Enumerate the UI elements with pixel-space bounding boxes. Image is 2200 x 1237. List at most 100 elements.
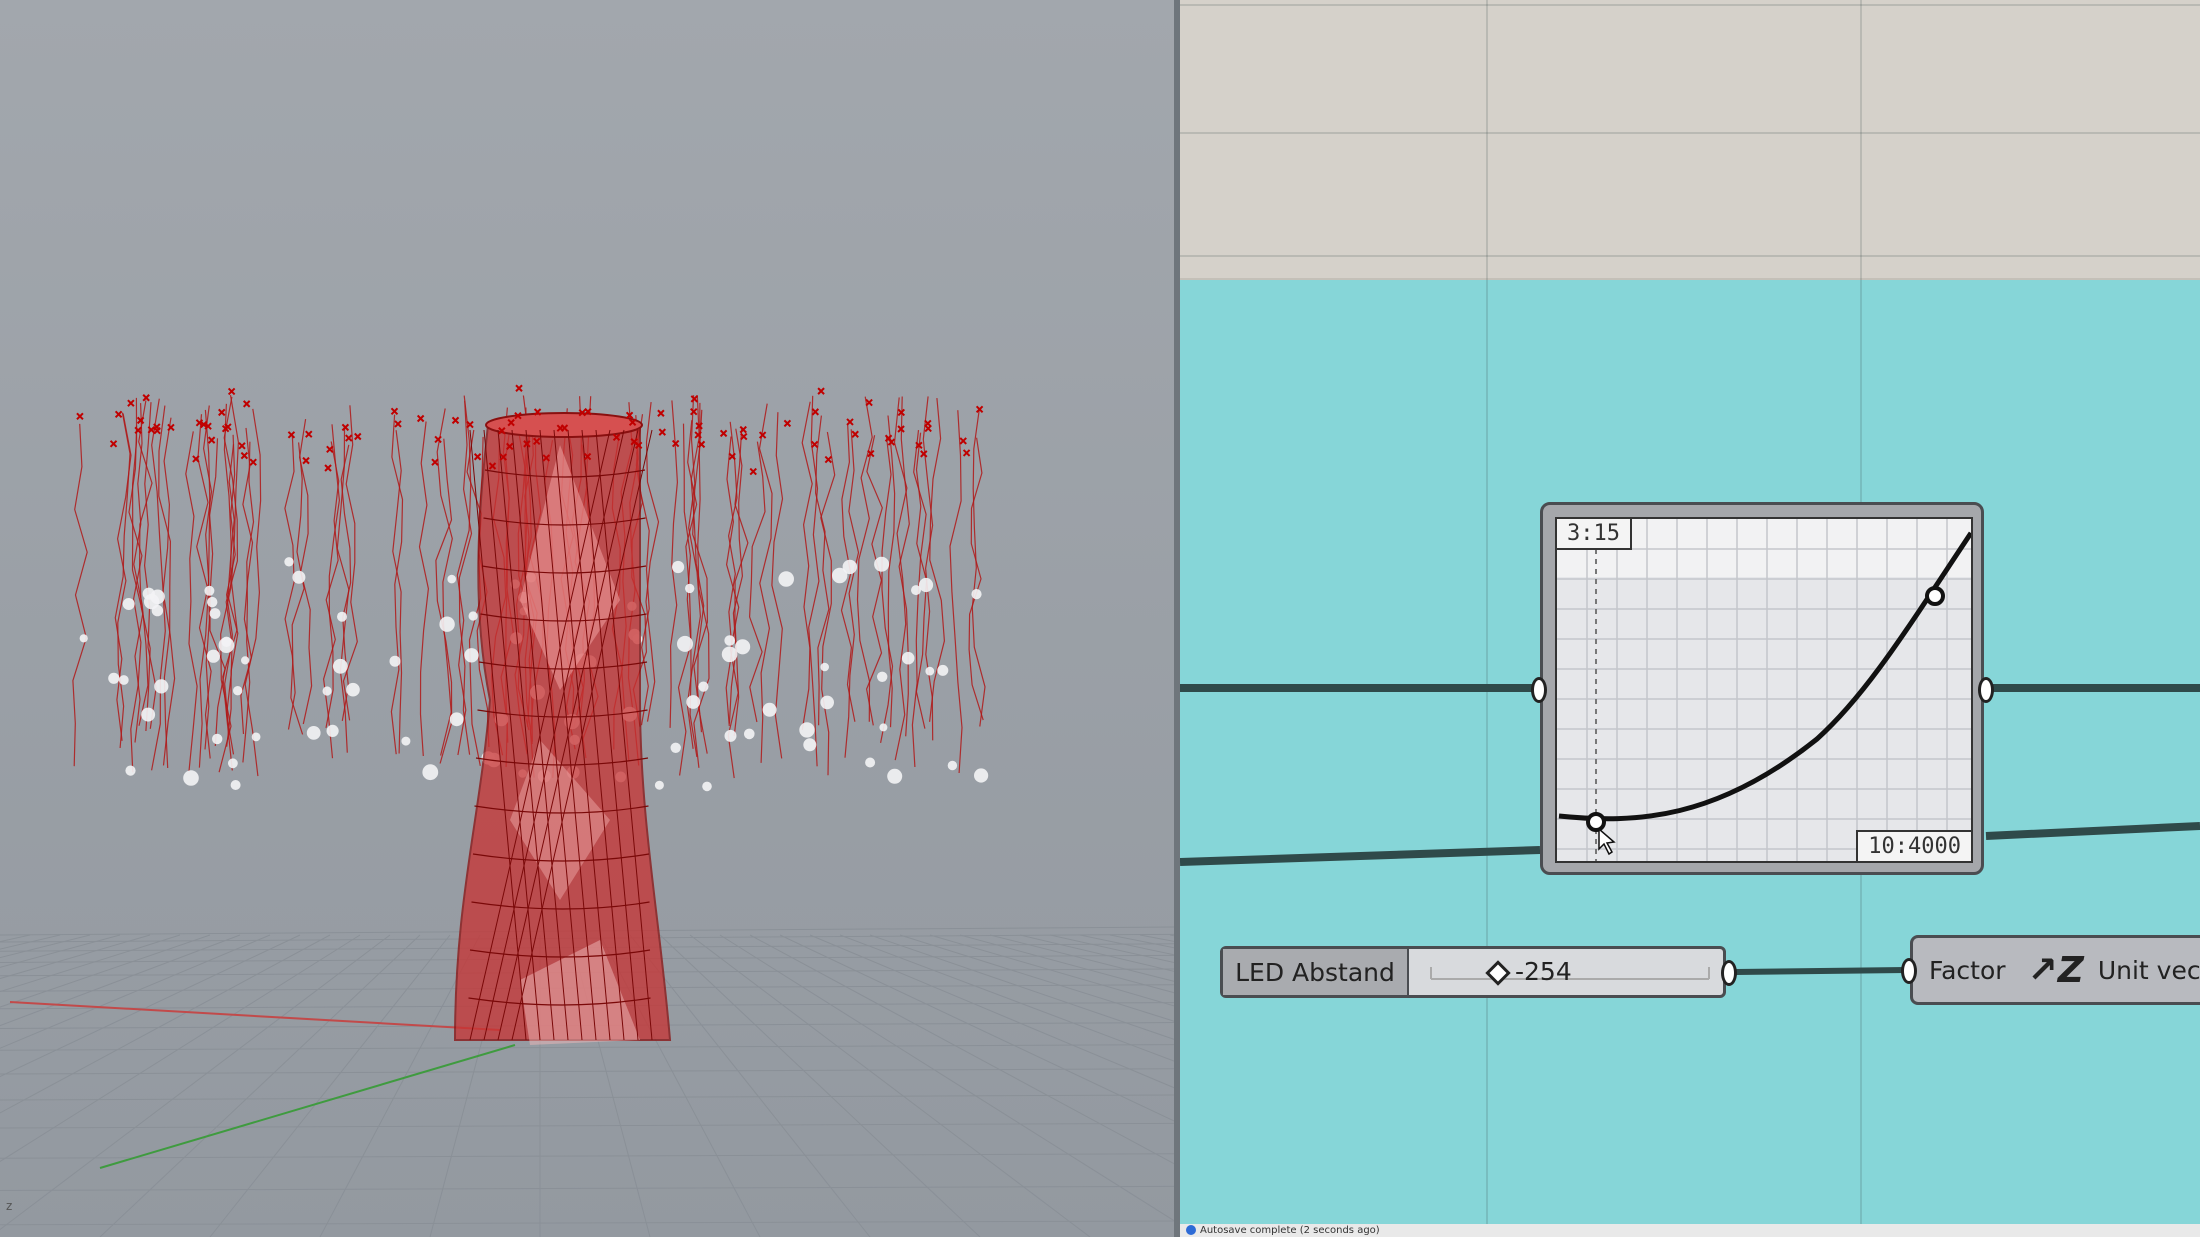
axis-indicator: z xyxy=(6,1199,12,1213)
led-dot xyxy=(212,733,223,745)
led-dot xyxy=(879,723,888,732)
led-dot xyxy=(820,695,834,710)
slider-output-port[interactable] xyxy=(1721,960,1737,986)
slider-value[interactable]: -254 xyxy=(1515,957,1572,986)
led-dot xyxy=(346,682,360,697)
led-dot xyxy=(874,556,890,572)
number-slider[interactable]: LED Abstand -254 xyxy=(1220,946,1737,998)
led-dot xyxy=(306,726,321,740)
led-dot xyxy=(118,675,129,685)
led-dot xyxy=(877,671,888,682)
led-dot xyxy=(79,634,88,643)
slider-track[interactable]: -254 xyxy=(1409,949,1723,995)
led-dot xyxy=(468,611,478,621)
mouse-cursor-icon xyxy=(1598,827,1616,856)
unit-vector-icon: ↗Z xyxy=(2027,949,2084,991)
led-dot xyxy=(209,608,221,619)
led-dot xyxy=(447,574,457,584)
led-dot xyxy=(911,585,921,596)
led-dot xyxy=(702,781,712,792)
led-dot xyxy=(842,559,857,575)
graph-curve-area[interactable] xyxy=(1557,519,1971,861)
curve-handle-start[interactable] xyxy=(1586,812,1606,832)
led-dot xyxy=(125,765,136,776)
led-dot xyxy=(721,646,738,663)
led-dot xyxy=(241,656,250,665)
status-text: Autosave complete (2 seconds ago) xyxy=(1200,1225,1380,1236)
led-dot xyxy=(464,648,479,663)
led-dot xyxy=(337,611,347,622)
led-dot xyxy=(799,722,815,738)
led-dot xyxy=(332,658,348,674)
led-dot xyxy=(724,729,737,742)
led-dot xyxy=(151,604,164,617)
led-dot xyxy=(686,695,701,709)
led-dot xyxy=(141,707,156,722)
led-dot xyxy=(925,666,935,676)
unit-vector-component[interactable]: Factor ↗Z Unit vecto xyxy=(1901,935,2200,1005)
led-dot xyxy=(207,596,218,608)
graph-range-label: 10:4000 xyxy=(1856,830,1971,861)
led-dot xyxy=(724,635,735,646)
status-bar: Autosave complete (2 seconds ago) xyxy=(1180,1224,2200,1237)
led-dot xyxy=(778,571,794,587)
led-dot xyxy=(204,585,215,596)
led-dot xyxy=(154,679,169,694)
led-dot xyxy=(803,738,817,752)
led-dot xyxy=(439,616,455,632)
led-dot xyxy=(449,712,464,727)
led-dot xyxy=(108,672,120,684)
led-dot xyxy=(744,728,755,740)
led-dot xyxy=(228,758,238,769)
factor-input-port[interactable] xyxy=(1901,958,1917,984)
viewport-scene: z xyxy=(0,0,1174,1237)
wire-out-bottom xyxy=(1985,822,2200,840)
led-dot xyxy=(698,681,709,692)
led-dot xyxy=(251,732,261,742)
led-dot xyxy=(947,760,958,771)
led-dot xyxy=(233,686,243,696)
grasshopper-canvas[interactable]: 3:15 10:4000 LED Abstand -254 Factor ↗Z … xyxy=(1180,0,2200,1237)
led-dot xyxy=(971,589,982,600)
led-dot xyxy=(677,635,693,652)
graph-plot[interactable]: 3:15 10:4000 xyxy=(1555,517,1973,863)
led-dot xyxy=(284,557,294,567)
graph-output-port[interactable] xyxy=(1978,677,1994,703)
led-dot xyxy=(389,655,401,667)
led-dot xyxy=(292,570,306,584)
wire-slider-factor xyxy=(1735,967,1908,975)
led-dot xyxy=(206,649,220,663)
led-dot xyxy=(322,686,332,696)
tower-mesh xyxy=(453,412,672,1045)
factor-input-label: Factor xyxy=(1929,955,2006,985)
led-dot xyxy=(762,702,777,717)
led-dot xyxy=(183,770,199,786)
led-dot xyxy=(326,724,339,738)
graph-input-port[interactable] xyxy=(1531,677,1547,703)
led-dot xyxy=(685,583,695,594)
led-dot xyxy=(865,757,876,768)
led-dot xyxy=(918,577,934,593)
wire-in-bottom xyxy=(1180,846,1541,866)
unit-vector-label: Unit vecto xyxy=(2097,955,2200,985)
led-dot xyxy=(122,598,135,610)
led-dot xyxy=(654,780,664,790)
led-dot xyxy=(887,768,903,784)
led-dot xyxy=(672,560,685,574)
led-dot xyxy=(422,764,439,781)
led-dot xyxy=(937,664,949,676)
led-dot xyxy=(820,662,829,672)
led-dot xyxy=(735,639,751,655)
curve-handle-end[interactable] xyxy=(1925,586,1945,606)
led-dot xyxy=(974,768,989,783)
slider-name: LED Abstand xyxy=(1223,949,1409,995)
graph-mapper-component[interactable]: 3:15 10:4000 xyxy=(1531,502,1994,875)
led-dot xyxy=(230,780,241,790)
led-dot xyxy=(218,637,235,653)
graph-domain-label: 3:15 xyxy=(1557,519,1632,550)
rhino-viewport[interactable]: z xyxy=(0,0,1174,1237)
led-dot xyxy=(401,736,411,746)
info-icon xyxy=(1186,1225,1196,1235)
led-dot xyxy=(901,651,915,665)
led-dot xyxy=(670,742,681,753)
